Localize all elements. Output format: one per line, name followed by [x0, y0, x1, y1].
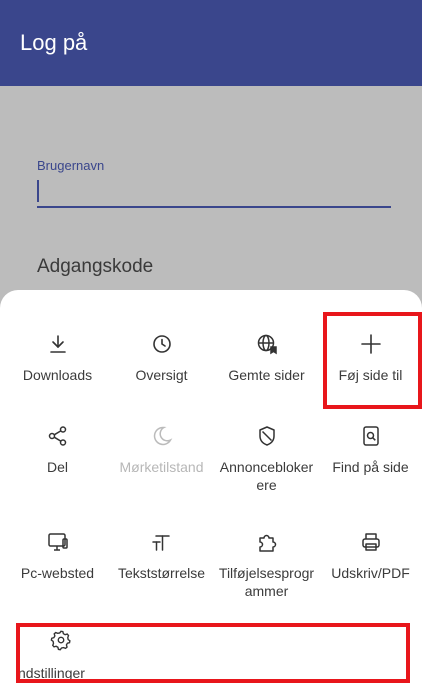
menu-item-label: Del — [46, 459, 68, 475]
menu-item-history[interactable]: Oversigt — [109, 332, 214, 384]
menu-item-print-pdf[interactable]: Udskriv/PDF — [318, 530, 422, 582]
addons-icon — [258, 534, 276, 552]
menu-item-saved-pages[interactable]: Gemte sider — [214, 332, 319, 384]
shield-icon — [258, 426, 275, 446]
moon-icon — [153, 426, 172, 446]
menu-item-label: Oversigt — [135, 367, 188, 383]
menu-item-label: Annonceblokerere — [219, 459, 314, 493]
text-cursor — [37, 180, 39, 202]
menu-item-downloads[interactable]: Downloads — [5, 332, 110, 384]
username-label: Brugernavn — [37, 158, 105, 173]
menu-item-label: Tilføjelsesprogrammer — [218, 565, 315, 599]
app-bar: Log på — [0, 0, 422, 86]
gear-icon — [50, 630, 71, 651]
saved-pages-icon — [257, 334, 277, 355]
menu-item-label: Downloads — [22, 367, 93, 383]
menu-item-desktop-site[interactable]: Pc-websted — [5, 530, 110, 582]
plus-icon — [360, 334, 381, 354]
menu-item-find-in-page[interactable]: Find på side — [318, 424, 422, 476]
menu-item-add-page[interactable]: Føj side til — [318, 332, 422, 384]
menu-item-label: Tekststørrelse — [117, 565, 206, 581]
username-field[interactable] — [37, 206, 391, 208]
menu-item-add-ons[interactable]: Tilføjelsesprogrammer — [214, 530, 319, 600]
menu-item-dark-mode: Mørketilstand — [109, 424, 214, 476]
menu-item-settings[interactable]: ndstillinger — [16, 625, 410, 683]
find-in-page-icon — [362, 426, 379, 446]
menu-item-ad-blockers[interactable]: Annonceblokerere — [214, 424, 319, 494]
download-icon — [49, 335, 66, 353]
menu-item-label: Gemte sider — [228, 367, 305, 383]
menu-item-label: Mørketilstand — [119, 459, 204, 475]
menu-item-label: Udskriv/PDF — [331, 565, 410, 581]
page-title: Log på — [20, 30, 88, 55]
menu-item-label: ndstillinger — [18, 665, 85, 681]
share-icon — [48, 426, 66, 446]
menu-item-share[interactable]: Del — [5, 424, 110, 476]
desktop-icon — [47, 533, 68, 551]
text-size-icon — [151, 535, 170, 551]
password-field[interactable]: Adgangskode — [37, 256, 153, 278]
print-icon — [361, 533, 380, 551]
menu-item-label: Pc-websted — [20, 565, 95, 581]
menu-item-label: Find på side — [332, 459, 409, 475]
clock-icon — [152, 335, 171, 353]
menu-item-text-size[interactable]: Tekststørrelse — [109, 530, 214, 582]
menu-item-label: Føj side til — [338, 367, 403, 383]
